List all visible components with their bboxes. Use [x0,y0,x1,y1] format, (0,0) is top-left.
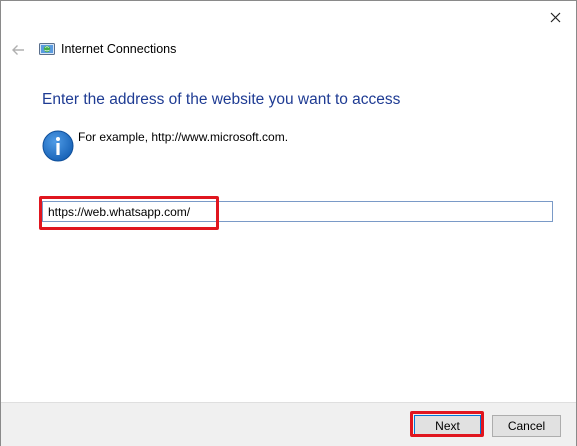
window-title: Internet Connections [61,42,177,56]
back-arrow-icon [12,45,24,55]
internet-connections-icon [39,43,55,55]
page-heading: Enter the address of the website you wan… [42,91,401,108]
back-button[interactable] [9,41,27,59]
next-button[interactable]: Next [414,415,481,437]
website-address-input[interactable] [42,201,553,222]
info-icon [42,130,74,162]
button-bar: Next Cancel [1,402,576,446]
wizard-window: Internet Connections Enter the address o… [0,0,577,446]
cancel-button[interactable]: Cancel [492,415,561,437]
close-button[interactable] [540,5,570,29]
close-icon [550,12,560,22]
example-hint: For example, http://www.microsoft.com. [78,130,289,144]
